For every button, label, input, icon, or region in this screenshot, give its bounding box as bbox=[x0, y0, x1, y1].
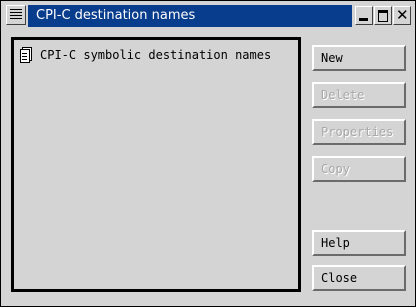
list-item-label: CPI-C symbolic destination names bbox=[40, 48, 272, 62]
document-icon bbox=[20, 47, 34, 63]
close-icon[interactable]: ✕ bbox=[393, 6, 411, 25]
minimize-icon[interactable] bbox=[355, 6, 373, 25]
title-bar[interactable]: CPI-C destination names ✕ bbox=[4, 4, 412, 28]
title-area[interactable]: CPI-C destination names bbox=[28, 5, 352, 27]
system-menu-icon[interactable] bbox=[6, 5, 26, 25]
copy-button[interactable]: Copy bbox=[312, 156, 406, 182]
help-button[interactable]: Help bbox=[312, 230, 406, 256]
delete-button[interactable]: Delete bbox=[312, 82, 406, 108]
window-title: CPI-C destination names bbox=[36, 8, 196, 23]
new-button[interactable]: New bbox=[312, 45, 406, 71]
close-button[interactable]: Close bbox=[312, 265, 406, 291]
list-item[interactable]: CPI-C symbolic destination names bbox=[20, 45, 271, 65]
maximize-icon[interactable] bbox=[374, 6, 392, 25]
destination-list[interactable]: CPI-C symbolic destination names bbox=[11, 37, 301, 292]
dialog-window: CPI-C destination names ✕ CPI-C symbolic… bbox=[0, 0, 416, 307]
properties-button[interactable]: Properties bbox=[312, 119, 406, 145]
